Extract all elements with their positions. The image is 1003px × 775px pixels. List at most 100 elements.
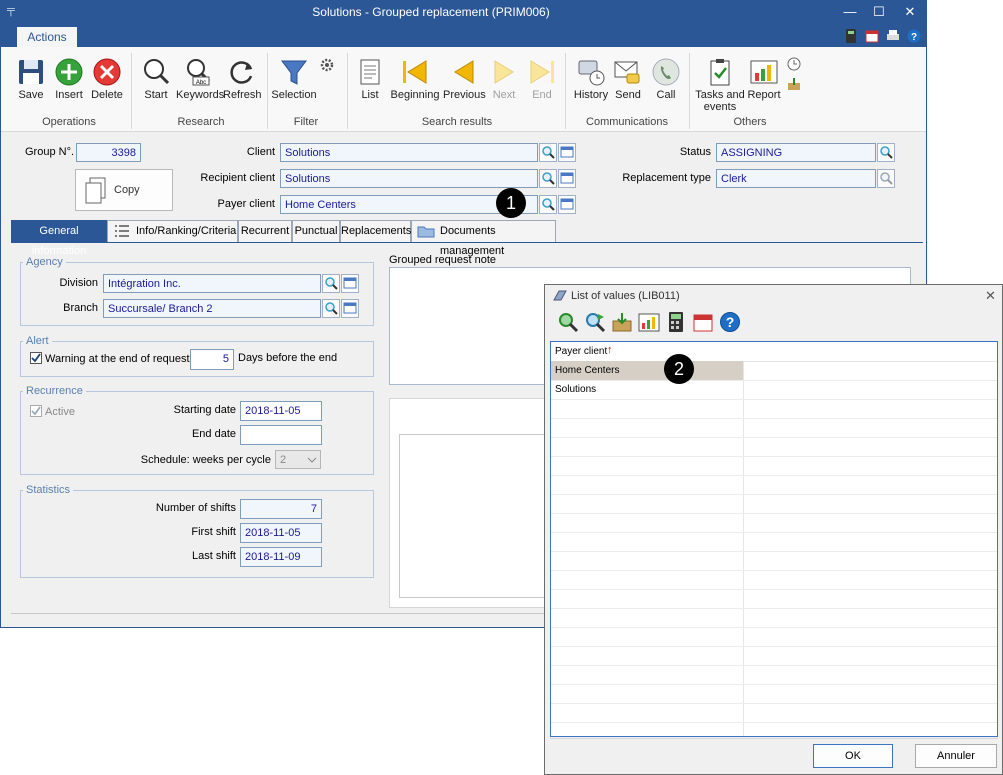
help-icon[interactable]: ? [907,29,921,43]
days-before-field[interactable]: 5 [190,349,234,370]
list-scroll-icon [355,57,385,87]
tab-underline [11,242,923,243]
refresh-button[interactable]: Refresh [223,57,262,101]
status-search-button[interactable] [877,143,895,162]
calculator-icon[interactable] [844,29,858,43]
ribbon-separator [565,53,566,129]
warning-checkbox[interactable] [30,352,42,364]
recipient-open-list-button[interactable] [558,169,576,188]
table-row[interactable]: Solutions [551,380,743,399]
svg-text:Abc: Abc [196,80,206,86]
insert-button[interactable]: Insert [53,57,85,101]
payer-search-button[interactable] [539,195,557,214]
grouped-note-label: Grouped request note [389,254,497,266]
division-search-button[interactable] [322,274,340,293]
copy-button[interactable]: Copy [75,169,173,211]
cancel-button[interactable]: Annuler [915,744,997,768]
history-chat-icon [576,57,606,87]
next-button[interactable]: Next [489,57,519,101]
tab-info-ranking-criteria[interactable]: Info/Ranking/Criteria [107,220,238,242]
group-label-operations: Operations [42,116,96,128]
previous-button[interactable]: Previous [443,57,486,101]
minimize-button[interactable]: — [836,3,864,21]
calculator-icon[interactable] [665,311,687,333]
starting-date-label: Starting date [173,404,236,416]
group-no-field[interactable]: 3398 [76,143,141,162]
grid-row-line [551,437,997,438]
send-button[interactable]: Send [613,57,643,101]
schedule-label: Schedule: weeks per cycle [140,454,271,466]
last-record-icon [527,57,557,87]
tab-documents-management[interactable]: Documents management [411,220,556,257]
export-icon[interactable] [787,77,801,91]
tasks-and-events-button[interactable]: Tasks and events [695,57,745,113]
column-header-payer-client[interactable]: Payer client [555,346,607,357]
client-open-list-button[interactable] [558,143,576,162]
payer-open-list-button[interactable] [558,195,576,214]
dialog-close-button[interactable]: ✕ [985,288,996,304]
tab-replacements[interactable]: Replacements [340,220,411,242]
division-open-list-button[interactable] [341,274,359,293]
copy-icon [84,176,108,209]
help-icon[interactable]: ? [719,311,741,333]
export-excel-icon[interactable] [611,311,633,333]
selection-button[interactable]: Selection [271,57,317,101]
sort-ascending-icon[interactable]: ↑ [607,344,613,356]
ribbon-separator [131,53,132,129]
close-button[interactable]: ✕ [896,3,924,21]
save-button[interactable]: Save [15,57,47,101]
keywords-button[interactable]: Abc Keywords [176,57,224,101]
end-button[interactable]: End [527,57,557,101]
grid-row-line [551,418,997,419]
replacement-type-search-button[interactable] [877,169,895,188]
tab-recurrent[interactable]: Recurrent [238,220,292,242]
replacement-type-field[interactable]: Clerk [716,169,876,188]
branch-label: Branch [63,302,98,314]
branch-search-button[interactable] [322,299,340,318]
client-field[interactable]: Solutions [280,143,538,162]
beginning-button[interactable]: Beginning [389,57,441,101]
dialog-app-icon [553,290,567,305]
division-field[interactable]: Intégration Inc. [103,274,321,293]
maximize-button[interactable]: ☐ [865,3,893,21]
branch-open-list-button[interactable] [341,299,359,318]
delete-button[interactable]: Delete [91,57,123,101]
calendar-icon[interactable] [692,311,714,333]
client-search-button[interactable] [539,143,557,162]
grid-row-line [551,665,997,666]
keyword-search-icon: Abc [183,57,213,87]
chart-icon[interactable] [638,311,660,333]
tab-general-information[interactable]: General information [11,220,107,257]
grid-row-line [551,399,997,400]
grid-row-line [551,627,997,628]
list-button[interactable]: List [355,57,385,101]
calendar-icon[interactable] [865,29,879,43]
end-date-field[interactable] [240,425,322,445]
callout-badge-1: 1 [496,188,526,218]
table-row[interactable]: Home Centers [551,361,743,380]
branch-field[interactable]: Succursale/ Branch 2 [103,299,321,318]
number-of-shifts-field: 7 [240,499,322,519]
print-icon[interactable] [886,29,900,43]
filter-settings-gear-icon[interactable] [319,57,335,73]
plus-circle-icon [54,57,84,87]
active-checkbox[interactable] [30,405,42,417]
grid-row-line [551,570,997,571]
call-button[interactable]: Call [651,57,681,101]
starting-date-field[interactable]: 2018-11-05 [240,401,322,421]
history-button[interactable]: History [573,57,609,101]
tab-punctual[interactable]: Punctual [292,220,340,242]
start-button[interactable]: Start [141,57,171,101]
report-button[interactable]: Report [747,57,781,101]
tab-actions[interactable]: Actions [17,27,77,47]
search-green-icon[interactable] [557,311,579,333]
weeks-per-cycle-select[interactable]: 2 [275,450,321,469]
search-next-icon[interactable] [584,311,606,333]
recipient-client-field[interactable]: Solutions [280,169,538,188]
clock-icon[interactable] [787,57,801,71]
dialog-title: List of values (LIB011) [571,290,680,302]
status-field[interactable]: ASSIGNING [716,143,876,162]
ok-button[interactable]: OK [813,744,893,768]
grid-row-line [551,551,997,552]
recipient-search-button[interactable] [539,169,557,188]
